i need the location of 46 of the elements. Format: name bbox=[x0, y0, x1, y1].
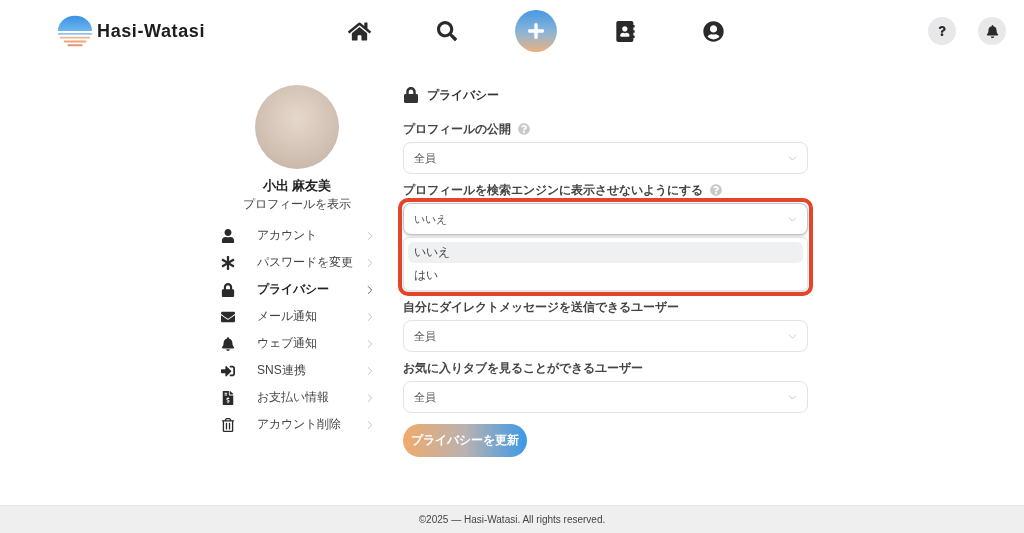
select-field[interactable]: 全員 bbox=[403, 320, 808, 352]
notifications-button[interactable] bbox=[978, 17, 1006, 45]
plus-icon bbox=[527, 22, 545, 40]
sign-in-icon bbox=[221, 363, 235, 378]
invoice-icon bbox=[221, 390, 235, 405]
copyright-text: ©2025 — Hasi-Watasi. All rights reserved. bbox=[418, 514, 606, 525]
field-label: プロフィールの公開 bbox=[403, 121, 511, 137]
select-field[interactable]: 全員 bbox=[403, 142, 808, 174]
lock-icon bbox=[221, 282, 235, 297]
sidebar-item[interactable]: パスワードを変更 bbox=[214, 249, 380, 276]
field-label: 自分にダイレクトメッセージを送信できるユーザー bbox=[403, 299, 679, 315]
asterisk-icon bbox=[221, 255, 235, 270]
dropdown-option[interactable]: いいえ bbox=[408, 242, 803, 263]
help-button[interactable] bbox=[928, 17, 956, 45]
lock-icon bbox=[403, 87, 419, 103]
search-button[interactable] bbox=[437, 21, 457, 41]
question-icon bbox=[937, 26, 947, 36]
profile-button[interactable] bbox=[702, 20, 724, 42]
create-button[interactable] bbox=[515, 10, 557, 52]
trash-icon bbox=[221, 417, 235, 432]
home-icon bbox=[347, 19, 371, 43]
dropdown-option[interactable]: はい bbox=[408, 265, 803, 286]
sidebar-item[interactable]: お支払い情報 bbox=[214, 384, 380, 411]
address-book-icon bbox=[614, 20, 636, 42]
brand-name: Hasi-Watasi bbox=[97, 20, 205, 42]
select-field[interactable]: 全員 bbox=[403, 381, 808, 413]
bell-icon bbox=[985, 24, 999, 38]
field-label: お気に入りタブを見ることができるユーザー bbox=[403, 360, 643, 376]
field-label: プロフィールを検索エンジンに表示させないようにする bbox=[403, 182, 703, 198]
sidebar-item[interactable]: アカウント削除 bbox=[214, 411, 380, 438]
sidebar-item[interactable]: アカウント bbox=[214, 222, 380, 249]
contacts-button[interactable] bbox=[614, 20, 636, 42]
section-title: プライバシー bbox=[427, 86, 499, 104]
profile-name: 小出 麻友美 bbox=[262, 177, 332, 195]
user-icon bbox=[221, 228, 235, 243]
sidebar-item[interactable]: プライバシー bbox=[214, 276, 380, 303]
sidebar-item[interactable]: SNS連携 bbox=[214, 357, 380, 384]
sidebar-item[interactable]: ウェブ通知 bbox=[214, 330, 380, 357]
select-field[interactable]: いいえ bbox=[403, 203, 808, 235]
envelope-icon bbox=[221, 309, 235, 324]
bell-icon bbox=[221, 336, 235, 351]
view-profile-link[interactable]: プロフィールを表示 bbox=[243, 196, 351, 212]
sidebar-item[interactable]: メール通知 bbox=[214, 303, 380, 330]
search-icon bbox=[437, 21, 457, 41]
logo-icon bbox=[57, 15, 94, 47]
home-button[interactable] bbox=[347, 19, 371, 43]
